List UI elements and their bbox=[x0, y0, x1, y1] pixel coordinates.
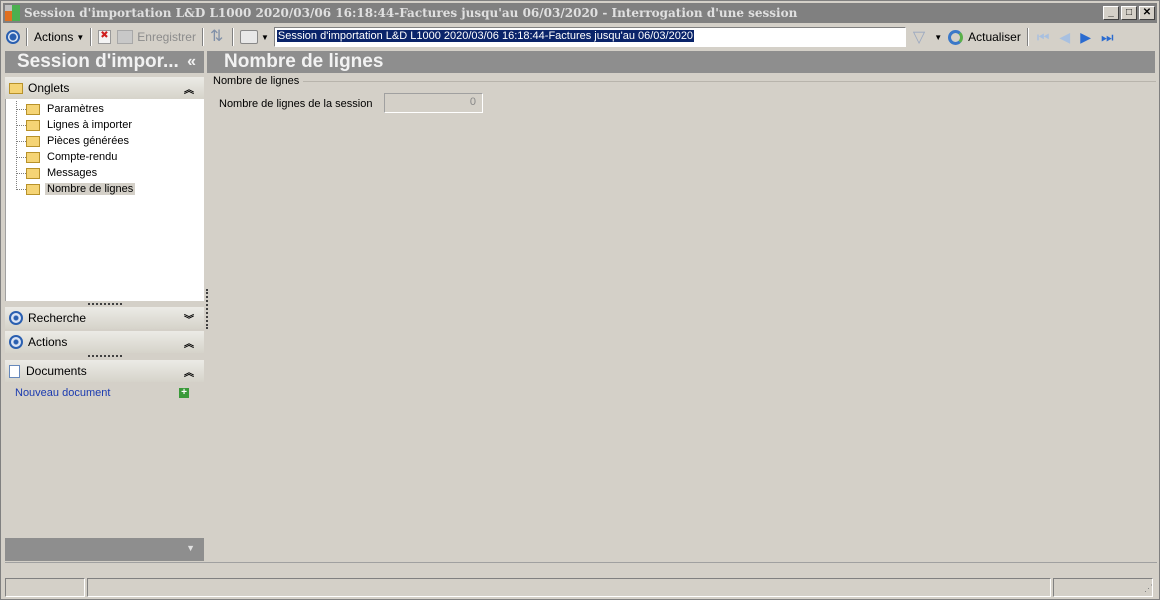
app-icon bbox=[5, 5, 21, 21]
tree-item-parametres[interactable]: Paramètres bbox=[6, 101, 204, 117]
toolbar-separator bbox=[90, 28, 93, 46]
tree-item-lignes-a-importer[interactable]: Lignes à importer bbox=[6, 117, 204, 133]
group-divider bbox=[213, 81, 1156, 82]
document-icon bbox=[9, 364, 20, 378]
new-document-label: Nouveau document bbox=[15, 387, 111, 399]
status-panel bbox=[1053, 578, 1153, 597]
actions-section-header[interactable]: Actions ︽ bbox=[5, 331, 204, 353]
caret-down-icon: ▼ bbox=[260, 32, 269, 42]
save-label: Enregistrer bbox=[137, 30, 196, 44]
line-count-label: Nombre de lignes de la session bbox=[219, 98, 373, 110]
sync-button[interactable]: ⇅ bbox=[207, 26, 229, 48]
first-record-icon[interactable]: ⏮ bbox=[1037, 29, 1050, 46]
chevron-down-icon: ︾ bbox=[184, 315, 194, 326]
filter-icon: ▽ bbox=[912, 29, 926, 46]
tabs-section-title: Onglets bbox=[28, 81, 70, 95]
chevron-up-icon: ︽ bbox=[184, 85, 194, 96]
documents-section-header[interactable]: Documents ︽ bbox=[5, 360, 204, 382]
documents-section-title: Documents bbox=[26, 364, 87, 378]
tree-item-compte-rendu[interactable]: Compte-rendu bbox=[6, 149, 204, 165]
folder-icon bbox=[9, 82, 23, 94]
left-pane: Session d'impor... « Onglets ︽ Paramètre… bbox=[5, 51, 204, 561]
actions-target-icon bbox=[9, 335, 23, 349]
last-record-icon[interactable]: ⏭ bbox=[1101, 29, 1114, 46]
delete-icon bbox=[98, 30, 112, 44]
search-section-header[interactable]: Recherche ︾ bbox=[5, 307, 204, 329]
toolbar-separator bbox=[231, 28, 234, 46]
close-button[interactable]: ✕ bbox=[1139, 6, 1155, 20]
folder-icon bbox=[26, 119, 40, 131]
target-icon bbox=[6, 30, 20, 44]
window-title: Session d'importation L&D L1000 2020/03/… bbox=[24, 6, 798, 20]
toolbar: Actions▼ Enregistrer ⇅ ▼ Session d'impor… bbox=[3, 25, 1157, 49]
status-panel bbox=[5, 578, 85, 597]
maximize-button[interactable]: □ bbox=[1121, 6, 1137, 20]
session-selector-input[interactable]: Session d'importation L&D L1000 2020/03/… bbox=[273, 27, 906, 47]
chevron-up-icon: ︽ bbox=[184, 339, 194, 350]
caret-down-icon: ▼ bbox=[76, 32, 85, 42]
toolbar-separator bbox=[26, 28, 28, 46]
tree-item-label: Paramètres bbox=[47, 103, 104, 115]
main-header: Nombre de lignes bbox=[207, 51, 1155, 73]
folder-icon bbox=[26, 135, 40, 147]
main-title: Nombre de lignes bbox=[224, 51, 384, 72]
filter-button[interactable]: ▽ bbox=[906, 26, 928, 48]
folder-icon bbox=[26, 167, 40, 179]
group-title: Nombre de lignes bbox=[213, 75, 304, 87]
tabs-section-header[interactable]: Onglets ︽ bbox=[5, 77, 204, 99]
status-bar: ⋰ bbox=[5, 578, 1157, 597]
actions-section-title: Actions bbox=[28, 335, 68, 349]
search-target-icon bbox=[9, 311, 23, 325]
tree-item-label: Compte-rendu bbox=[47, 151, 118, 163]
actions-menu-label: Actions bbox=[34, 30, 74, 44]
caret-down-icon: ▼ bbox=[934, 32, 943, 42]
filter-dropdown-button[interactable]: ▼ bbox=[928, 26, 945, 48]
session-selector-value: Session d'importation L&D L1000 2020/03/… bbox=[276, 30, 695, 42]
left-pane-footer: ▼ bbox=[5, 538, 204, 561]
tree-item-label: Nombre de lignes bbox=[45, 183, 136, 195]
status-panel bbox=[87, 578, 1051, 597]
refresh-button[interactable]: Actualiser bbox=[945, 26, 1024, 48]
save-icon bbox=[117, 30, 134, 44]
resize-grip-icon[interactable]: ⋰ bbox=[1144, 583, 1153, 594]
session-icon-button[interactable] bbox=[3, 26, 23, 48]
tree-item-nombre-de-lignes[interactable]: Nombre de lignes bbox=[6, 181, 204, 197]
line-count-field[interactable]: 0 bbox=[384, 93, 483, 113]
chevron-up-icon: ︽ bbox=[184, 368, 194, 379]
tree-item-label: Pièces générées bbox=[47, 135, 129, 147]
print-button[interactable]: ▼ bbox=[237, 26, 272, 48]
search-section-title: Recherche bbox=[28, 311, 87, 325]
pane-resize-grip[interactable] bbox=[206, 289, 208, 329]
left-pane-title: Session d'impor... bbox=[17, 51, 179, 72]
left-pane-header: Session d'impor... « bbox=[5, 51, 204, 73]
actions-menu-button[interactable]: Actions ▼ bbox=[31, 26, 87, 48]
tabs-tree: Paramètres Lignes à importer Pièces géné… bbox=[5, 99, 204, 301]
refresh-label: Actualiser bbox=[968, 30, 1021, 44]
collapse-pane-icon[interactable]: « bbox=[187, 51, 196, 73]
folder-icon bbox=[26, 151, 40, 163]
add-icon[interactable]: + bbox=[179, 388, 189, 398]
tree-item-label: Lignes à importer bbox=[47, 119, 132, 131]
tree-item-messages[interactable]: Messages bbox=[6, 165, 204, 181]
save-button[interactable]: Enregistrer bbox=[114, 26, 199, 48]
title-bar: Session d'importation L&D L1000 2020/03/… bbox=[3, 3, 1157, 23]
previous-record-icon[interactable]: ◀ bbox=[1059, 29, 1070, 46]
minimize-button[interactable]: _ bbox=[1103, 6, 1119, 20]
horizontal-scrollbar[interactable] bbox=[5, 562, 1157, 577]
footer-dropdown-icon[interactable]: ▼ bbox=[186, 543, 195, 553]
app-window: Session d'importation L&D L1000 2020/03/… bbox=[0, 0, 1160, 600]
toolbar-separator bbox=[1026, 28, 1029, 46]
toolbar-separator bbox=[201, 28, 204, 46]
printer-icon bbox=[239, 30, 258, 44]
tree-item-pieces-generees[interactable]: Pièces générées bbox=[6, 133, 204, 149]
next-record-icon[interactable]: ▶ bbox=[1080, 29, 1091, 46]
open-folder-icon bbox=[26, 183, 40, 195]
delete-button[interactable] bbox=[95, 26, 114, 48]
sync-icon: ⇅ bbox=[209, 28, 224, 45]
refresh-icon bbox=[948, 29, 964, 45]
folder-icon bbox=[26, 103, 40, 115]
tree-item-label: Messages bbox=[47, 167, 98, 179]
section-splitter[interactable] bbox=[5, 353, 204, 359]
new-document-link[interactable]: Nouveau document + bbox=[5, 382, 204, 404]
